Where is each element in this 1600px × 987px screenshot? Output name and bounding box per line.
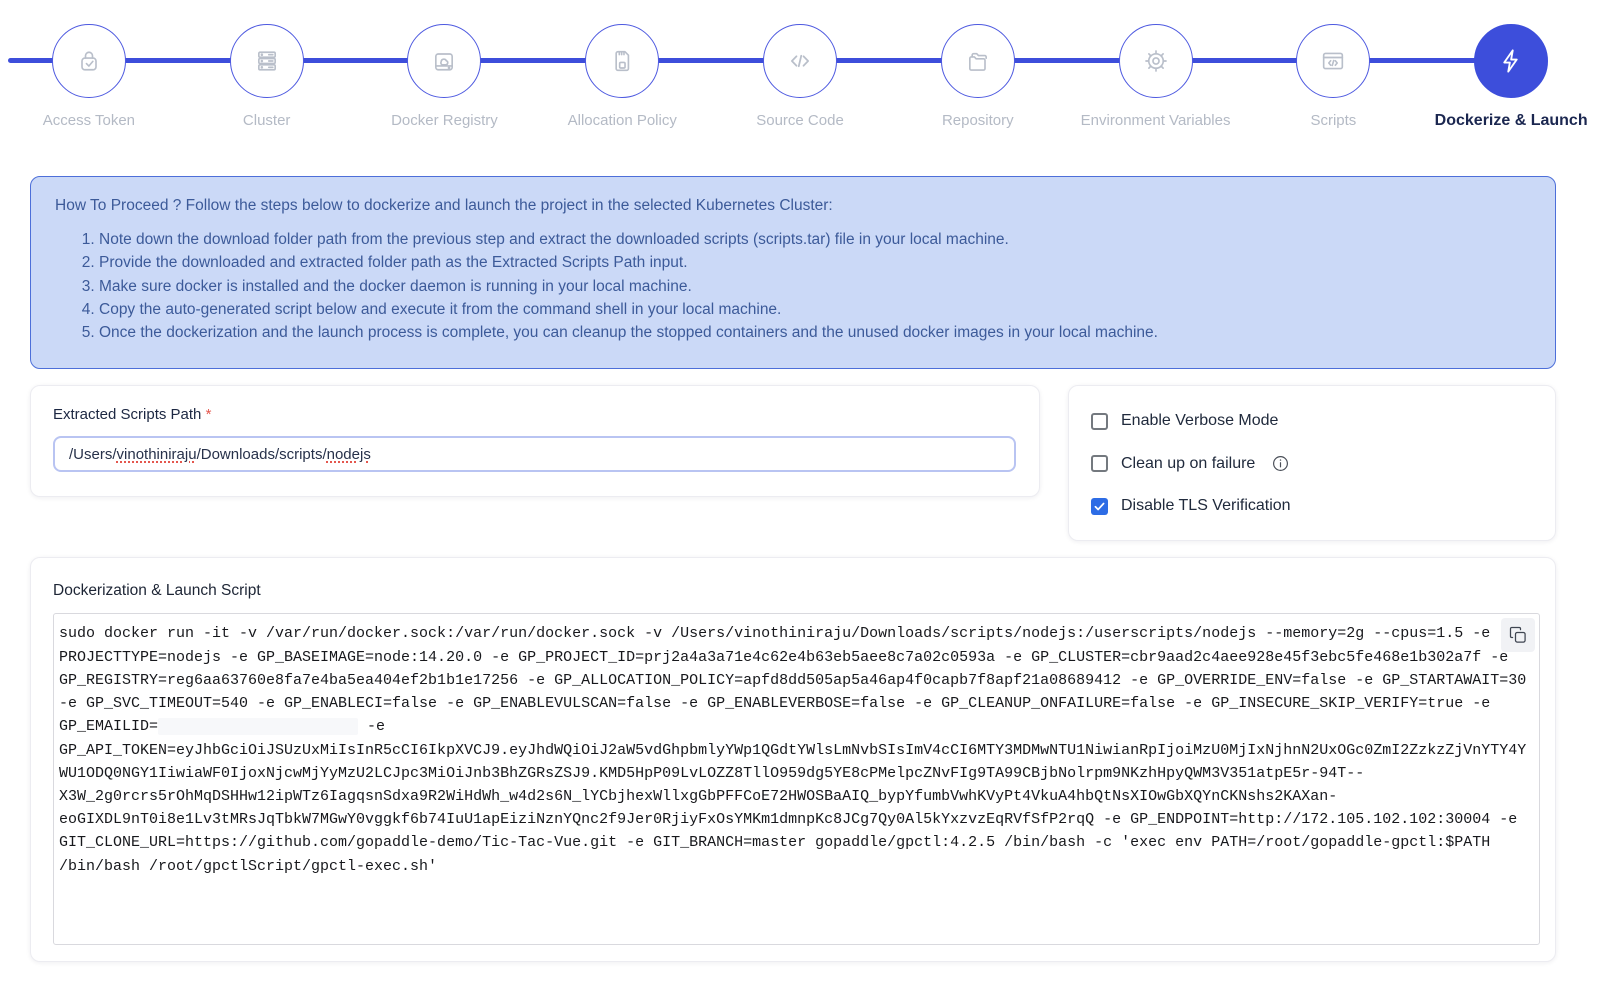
- registry-drive-icon: [430, 47, 458, 75]
- howto-step: Once the dockerization and the launch pr…: [99, 321, 1531, 344]
- script-line: /bin/bash /root/gpctlScript/gpctl-exec.s…: [59, 855, 1535, 878]
- checkbox-label: Clean up on failure: [1121, 455, 1255, 473]
- stepper-step-dockerize-launch[interactable]: Dockerize & Launch: [1422, 24, 1600, 130]
- checkbox-label: Enable Verbose Mode: [1121, 412, 1278, 430]
- misspelled-word: vinothiniraju: [117, 446, 197, 463]
- howto-step: Copy the auto-generated script below and…: [99, 298, 1531, 321]
- script-line: eoGIXDL9nT0i8e1Lv3tMRsJqTbkW7MGwY0vggkf6…: [59, 808, 1535, 831]
- script-section-label: Dockerization & Launch Script: [53, 582, 1540, 600]
- copy-icon: [1508, 625, 1528, 645]
- lightning-icon: [1496, 46, 1526, 76]
- checkbox-row-clean-up-on-failure[interactable]: Clean up on failure: [1091, 454, 1533, 473]
- step-label: Cluster: [243, 112, 291, 129]
- script-line: PROJECTTYPE=nodejs -e GP_BASEIMAGE=node:…: [59, 646, 1535, 669]
- misspelled-word: nodejs: [327, 446, 371, 463]
- sd-card-icon: [608, 47, 636, 75]
- step-label: Source Code: [756, 112, 844, 129]
- extracted-scripts-path-input[interactable]: /Users/vinothiniraju/Downloads/scripts/n…: [53, 436, 1016, 472]
- info-icon[interactable]: [1271, 454, 1290, 473]
- stepper-step-environment-variables[interactable]: Environment Variables: [1067, 24, 1245, 130]
- script-line-email: GP_EMAILID=-e: [59, 715, 1535, 738]
- launch-options-card: Enable Verbose Mode Clean up on failure …: [1068, 385, 1556, 541]
- disable-tls-verification-checkbox[interactable]: [1091, 498, 1108, 515]
- dockerization-script-card: Dockerization & Launch Script sudo docke…: [30, 557, 1556, 962]
- stepper-step-source-code[interactable]: Source Code: [711, 24, 889, 130]
- howto-steps-list: Note down the download folder path from …: [55, 228, 1531, 344]
- howto-step: Provide the downloaded and extracted fol…: [99, 251, 1531, 274]
- howto-step: Make sure docker is installed and the do…: [99, 275, 1531, 298]
- code-brackets-icon: [785, 46, 815, 76]
- server-rack-icon: [253, 47, 281, 75]
- step-label: Dockerize & Launch: [1435, 112, 1588, 130]
- enable-verbose-mode-checkbox[interactable]: [1091, 413, 1108, 430]
- folder-icon: [964, 47, 992, 75]
- required-asterisk: *: [206, 406, 212, 423]
- stepper-step-docker-registry[interactable]: Docker Registry: [356, 24, 534, 130]
- stepper-step-repository[interactable]: Repository: [889, 24, 1067, 130]
- script-line: -e GP_SVC_TIMEOUT=540 -e GP_ENABLECI=fal…: [59, 692, 1535, 715]
- extracted-scripts-path-card: Extracted Scripts Path * /Users/vinothin…: [30, 385, 1040, 497]
- extracted-scripts-path-label: Extracted Scripts Path *: [53, 406, 1016, 423]
- launch-script-code: sudo docker run -it -v /var/run/docker.s…: [53, 613, 1540, 945]
- wizard-stepper: Access Token Cluster: [0, 0, 1600, 139]
- howto-panel: How To Proceed ? Follow the steps below …: [30, 176, 1556, 369]
- step-label: Docker Registry: [391, 112, 498, 129]
- script-window-icon: [1319, 47, 1347, 75]
- step-label: Access Token: [43, 112, 135, 129]
- checkbox-row-enable-verbose-mode[interactable]: Enable Verbose Mode: [1091, 412, 1533, 430]
- stepper-step-cluster[interactable]: Cluster: [178, 24, 356, 130]
- clean-up-on-failure-checkbox[interactable]: [1091, 455, 1108, 472]
- checkbox-label: Disable TLS Verification: [1121, 497, 1291, 515]
- step-label: Scripts: [1310, 112, 1356, 129]
- gear-icon: [1142, 47, 1170, 75]
- stepper-step-allocation-policy[interactable]: Allocation Policy: [533, 24, 711, 130]
- script-line: X3W_2g0rcrs5rOhMqDSHHw12ipWTz6IagqsnSdxa…: [59, 785, 1535, 808]
- checkbox-row-disable-tls-verification[interactable]: Disable TLS Verification: [1091, 497, 1533, 515]
- redacted-email-value: [158, 718, 358, 735]
- copy-script-button[interactable]: [1501, 618, 1535, 652]
- howto-title: How To Proceed ? Follow the steps below …: [55, 197, 1531, 215]
- script-line: GIT_CLONE_URL=https://github.com/gopaddl…: [59, 831, 1535, 854]
- script-line: sudo docker run -it -v /var/run/docker.s…: [59, 622, 1535, 645]
- stepper-step-scripts[interactable]: Scripts: [1244, 24, 1422, 130]
- howto-step: Note down the download folder path from …: [99, 228, 1531, 251]
- step-label: Allocation Policy: [568, 112, 677, 129]
- script-line: GP_REGISTRY=reg6aa63760e8fa7e4ba5ea404ef…: [59, 669, 1535, 692]
- script-line: WU1ODQ0NGY1IiwiaWF0IjoxNjcwMjYyMzU2LCJpc…: [59, 762, 1535, 785]
- stepper-step-access-token[interactable]: Access Token: [0, 24, 178, 130]
- step-label: Environment Variables: [1081, 112, 1231, 129]
- lock-check-icon: [75, 47, 103, 75]
- step-label: Repository: [942, 112, 1014, 129]
- script-line: GP_API_TOKEN=eyJhbGciOiJSUzUxMiIsInR5cCI…: [59, 739, 1535, 762]
